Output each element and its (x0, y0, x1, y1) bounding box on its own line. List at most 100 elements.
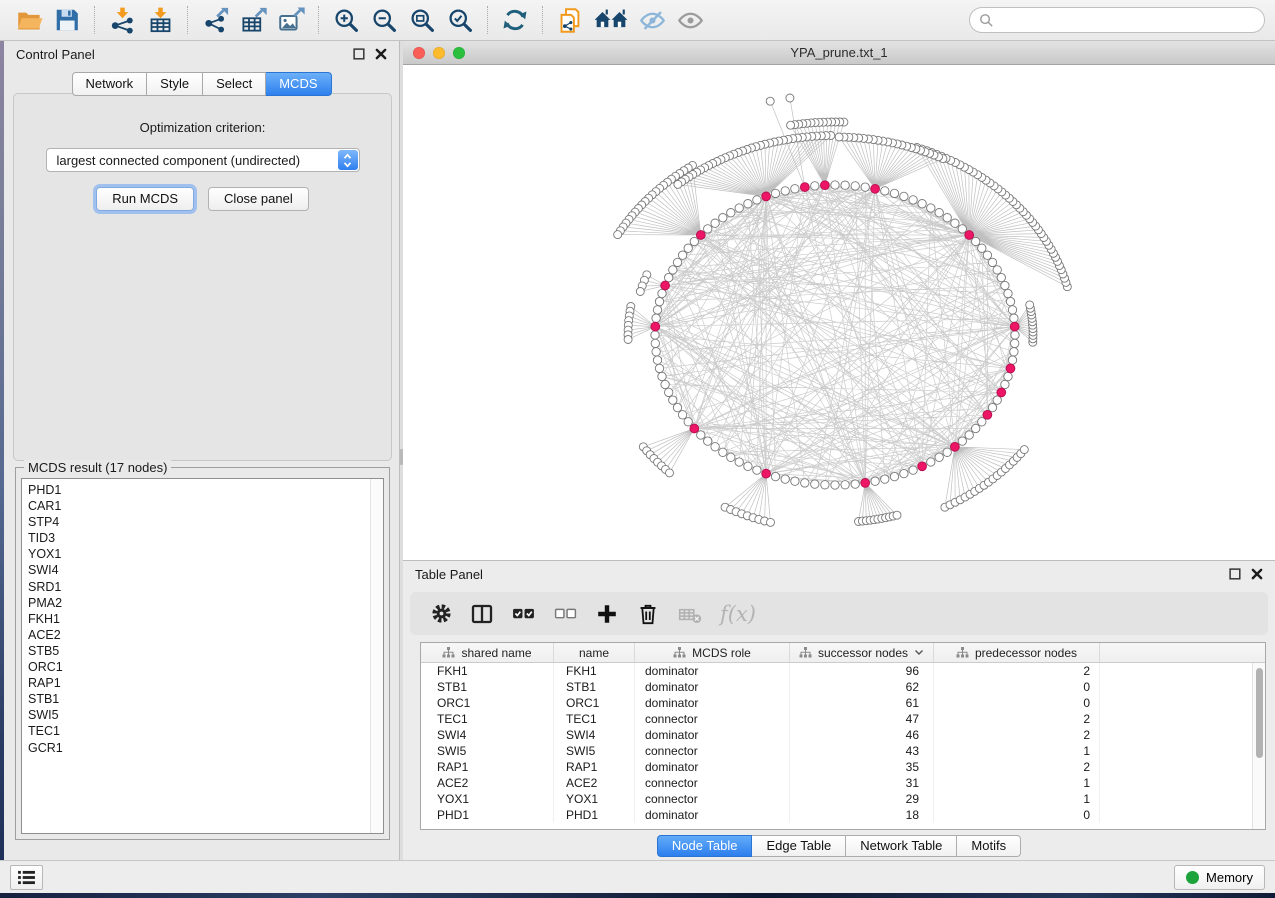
table-header-row[interactable]: shared namenameMCDS rolesuccessor nodesp… (421, 643, 1265, 663)
window-close-button[interactable] (413, 47, 425, 59)
column-header-name[interactable]: name (554, 643, 635, 662)
table-cell: 2 (934, 663, 1100, 679)
search-input[interactable] (999, 13, 1255, 27)
table-cell: 35 (790, 759, 934, 775)
toolbar-separator (318, 6, 319, 34)
control-panel-title: Control Panel (16, 47, 95, 62)
table-scrollbar[interactable] (1252, 663, 1265, 829)
mcds-result-item[interactable]: STB5 (28, 643, 383, 659)
open-session-button[interactable] (10, 4, 48, 37)
mcds-result-item[interactable]: STP4 (28, 514, 383, 530)
table-row[interactable]: STB1STB1dominator620 (421, 679, 1265, 695)
optimization-select[interactable]: largest connected component (undirected) (46, 148, 360, 172)
memory-button[interactable]: Memory (1174, 865, 1265, 890)
column-header-successor-nodes[interactable]: successor nodes (790, 643, 934, 662)
table-row[interactable]: PHD1PHD1dominator180 (421, 807, 1265, 823)
mcds-result-item[interactable]: PHD1 (28, 482, 383, 498)
mcds-result-item[interactable]: SRD1 (28, 579, 383, 595)
table-cell: PHD1 (554, 807, 635, 823)
column-header-MCDS-role[interactable]: MCDS role (635, 643, 790, 662)
select-all-button[interactable] (511, 599, 536, 629)
mcds-result-item[interactable]: SWI4 (28, 562, 383, 578)
table-row[interactable]: SWI4SWI4dominator462 (421, 727, 1265, 743)
table-row[interactable]: RAP1RAP1dominator352 (421, 759, 1265, 775)
close-panel-button[interactable]: Close panel (208, 187, 309, 211)
mcds-result-item[interactable]: GCR1 (28, 740, 383, 756)
add-column-button[interactable] (595, 599, 619, 629)
table-cell: connector (635, 743, 790, 759)
close-panel-icon[interactable] (1251, 568, 1263, 580)
delete-columns-button[interactable] (636, 599, 660, 629)
eye-slash-icon (639, 7, 666, 34)
float-window-icon[interactable] (1229, 568, 1241, 580)
mcds-result-item[interactable]: ORC1 (28, 659, 383, 675)
table-row[interactable]: FKH1FKH1dominator962 (421, 663, 1265, 679)
close-panel-icon[interactable] (375, 48, 387, 60)
column-header-predecessor-nodes[interactable]: predecessor nodes (934, 643, 1100, 662)
mcds-result-item[interactable]: TID3 (28, 530, 383, 546)
mcds-result-item[interactable]: CAR1 (28, 498, 383, 514)
status-menu-button[interactable] (10, 865, 43, 890)
tab-network[interactable]: Network (71, 72, 147, 96)
table-row[interactable]: TEC1TEC1connector472 (421, 711, 1265, 727)
zoom-out-button[interactable] (365, 4, 403, 37)
float-window-icon[interactable] (353, 48, 365, 60)
table-settings-button[interactable] (430, 599, 453, 629)
table-row[interactable]: SWI5SWI5connector431 (421, 743, 1265, 759)
first-neighbors-button[interactable] (589, 4, 633, 37)
attribute-type-icon (442, 647, 455, 658)
table-cell: dominator (635, 759, 790, 775)
zoom-in-button[interactable] (327, 4, 365, 37)
split-view-button[interactable] (470, 599, 494, 629)
import-table-button[interactable] (141, 4, 179, 37)
mcds-result-item[interactable]: FKH1 (28, 611, 383, 627)
table-row[interactable]: YOX1YOX1connector291 (421, 791, 1265, 807)
hide-selected-button[interactable] (633, 4, 671, 37)
node-table: shared namenameMCDS rolesuccessor nodesp… (420, 642, 1266, 830)
window-maximize-button[interactable] (453, 47, 465, 59)
delete-table-button[interactable] (677, 599, 703, 629)
deselect-all-button[interactable] (553, 599, 578, 629)
zoom-fit-button[interactable] (403, 4, 441, 37)
mcds-list-scrollbar[interactable] (370, 479, 383, 833)
tab-mcds[interactable]: MCDS (266, 72, 331, 96)
table-row[interactable]: ACE2ACE2connector311 (421, 775, 1265, 791)
function-builder-button[interactable]: f(x) (720, 599, 756, 629)
show-all-button[interactable] (671, 4, 709, 37)
export-network-button[interactable] (196, 4, 234, 37)
zoom-selected-button[interactable] (441, 4, 479, 37)
run-mcds-button[interactable]: Run MCDS (96, 187, 194, 211)
tab-node-table[interactable]: Node Table (657, 835, 753, 857)
table-row[interactable]: ORC1ORC1dominator610 (421, 695, 1265, 711)
plus-icon (595, 602, 619, 626)
tab-select[interactable]: Select (203, 72, 266, 96)
network-canvas[interactable] (403, 65, 1275, 560)
export-table-button[interactable] (234, 4, 272, 37)
mcds-result-item[interactable]: STB1 (28, 691, 383, 707)
table-cell: 62 (790, 679, 934, 695)
export-image-button[interactable] (272, 4, 310, 37)
window-minimize-button[interactable] (433, 47, 445, 59)
mcds-result-item[interactable]: ACE2 (28, 627, 383, 643)
mcds-result-item[interactable]: RAP1 (28, 675, 383, 691)
mcds-result-item[interactable]: TEC1 (28, 723, 383, 739)
table-cell: 2 (934, 727, 1100, 743)
tab-style[interactable]: Style (147, 72, 203, 96)
duplicate-network-button[interactable] (551, 4, 589, 37)
refresh-layout-button[interactable] (496, 4, 534, 37)
save-session-button[interactable] (48, 4, 86, 37)
column-header-shared-name[interactable]: shared name (421, 643, 554, 662)
table-cell: SWI4 (554, 727, 635, 743)
network-window-titlebar[interactable]: YPA_prune.txt_1 (403, 41, 1275, 65)
network-graph[interactable] (403, 65, 1275, 560)
mcds-result-item[interactable]: SWI5 (28, 707, 383, 723)
table-cell: 2 (934, 711, 1100, 727)
mcds-result-item[interactable]: YOX1 (28, 546, 383, 562)
import-network-button[interactable] (103, 4, 141, 37)
tab-motifs[interactable]: Motifs (957, 835, 1021, 857)
mcds-result-item[interactable]: PMA2 (28, 595, 383, 611)
table-cell: ORC1 (554, 695, 635, 711)
table-scrollbar-thumb[interactable] (1256, 668, 1263, 758)
tab-edge-table[interactable]: Edge Table (752, 835, 846, 857)
tab-network-table[interactable]: Network Table (846, 835, 957, 857)
